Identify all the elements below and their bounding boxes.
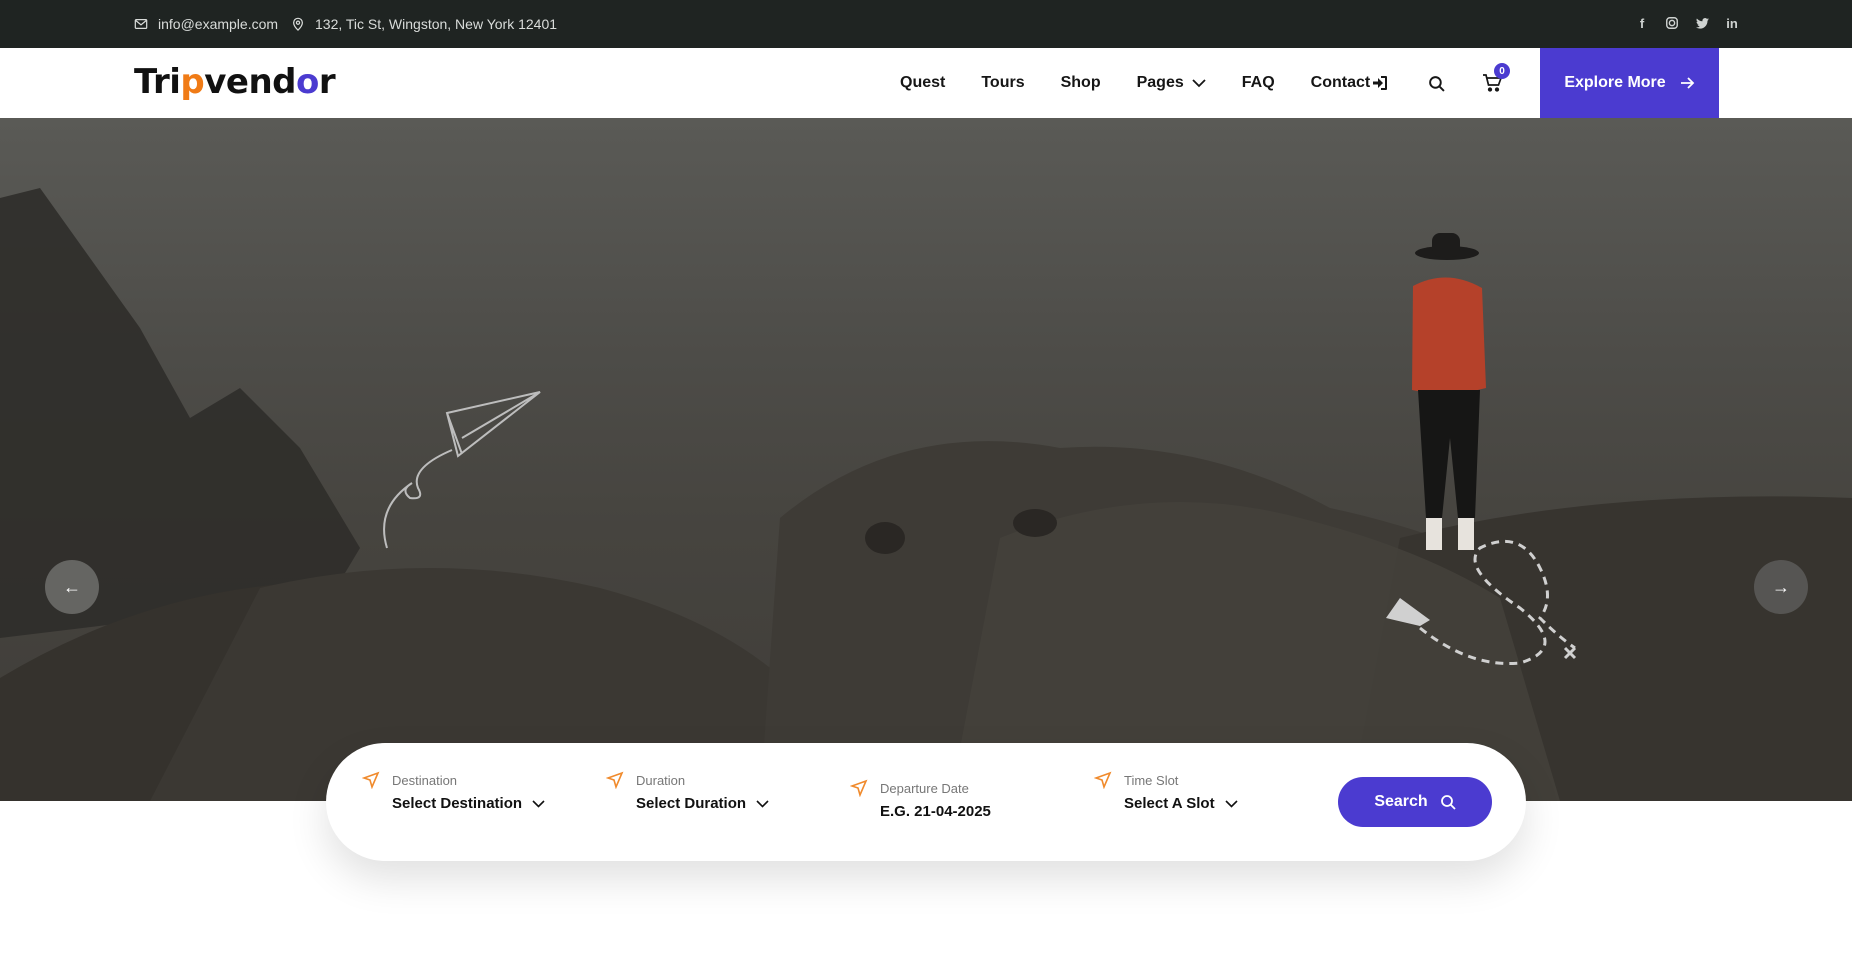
hero-slider: ← → — [0, 118, 1852, 801]
slider-prev-button[interactable]: ← — [45, 560, 99, 614]
main-header: Tripvendor Quest Tours Shop Pages FAQ Co… — [0, 48, 1852, 118]
chevron-down-icon — [532, 799, 545, 808]
cart-icon[interactable]: 0 — [1482, 63, 1510, 93]
email-item[interactable]: info@example.com — [134, 16, 278, 32]
linkedin-icon[interactable]: in — [1724, 15, 1740, 31]
arrow-right-icon — [1680, 77, 1694, 89]
nav-item-tours[interactable]: Tours — [981, 74, 1024, 92]
nav-item-quest[interactable]: Quest — [900, 74, 945, 92]
explore-more-button[interactable]: Explore More — [1540, 48, 1719, 118]
instagram-icon[interactable] — [1664, 15, 1680, 31]
destination-value: Select Destination — [392, 795, 523, 812]
paper-plane-doodle — [383, 391, 541, 549]
location-arrow-icon — [850, 779, 868, 797]
logo-text-1: Tri — [134, 62, 181, 102]
logo-text-4: o — [296, 62, 319, 102]
duration-select[interactable]: Select Duration — [636, 795, 769, 812]
search-icon — [1440, 795, 1456, 810]
nav-item-shop[interactable]: Shop — [1061, 74, 1101, 92]
tour-search-bar: Destination Select Destination Duration … — [326, 743, 1526, 861]
main-nav: Quest Tours Shop Pages FAQ Contact — [900, 48, 1406, 118]
nav-item-contact[interactable]: Contact — [1311, 74, 1371, 92]
duration-label: Duration — [636, 773, 686, 788]
time-slot-label: Time Slot — [1124, 773, 1179, 788]
duration-value: Select Duration — [636, 795, 747, 812]
location-pin-icon — [293, 17, 303, 31]
hiker-figure — [1412, 233, 1486, 550]
search-button-label: Search — [1374, 793, 1428, 810]
time-slot-select[interactable]: Select A Slot — [1124, 795, 1238, 812]
arrow-left-icon: ← — [63, 576, 81, 597]
facebook-icon[interactable]: f — [1634, 15, 1650, 31]
header-icons: 0 — [1370, 48, 1510, 118]
login-icon[interactable] — [1370, 73, 1390, 93]
location-arrow-icon — [1094, 771, 1112, 789]
logo-text-5: r — [318, 62, 336, 102]
chevron-down-icon — [1192, 78, 1206, 87]
destination-select[interactable]: Select Destination — [392, 795, 545, 812]
cart-count-badge: 0 — [1494, 63, 1510, 79]
address-item: 132, Tic St, Wingston, New York 12401 — [291, 16, 557, 32]
site-logo[interactable]: Tripvendor — [134, 62, 336, 102]
arrow-right-icon: → — [1772, 576, 1790, 597]
top-bar: info@example.com 132, Tic St, Wingston, … — [0, 0, 1852, 48]
explore-more-label: Explore More — [1564, 74, 1666, 91]
nav-item-pages[interactable]: Pages — [1137, 74, 1206, 92]
search-button[interactable]: Search — [1338, 777, 1492, 827]
location-arrow-icon — [606, 771, 624, 789]
location-arrow-icon — [362, 771, 380, 789]
nav-item-faq[interactable]: FAQ — [1242, 74, 1275, 92]
email-text: info@example.com — [158, 16, 279, 32]
address-text: 132, Tic St, Wingston, New York 12401 — [315, 16, 558, 32]
slider-next-button[interactable]: → — [1754, 560, 1808, 614]
time-slot-value: Select A Slot — [1124, 795, 1215, 812]
chevron-down-icon — [756, 799, 769, 808]
logo-text-3: vend — [204, 62, 296, 102]
search-icon[interactable] — [1426, 73, 1446, 93]
social-links: f in — [1634, 15, 1740, 31]
departure-date-label: Departure Date — [880, 781, 969, 796]
departure-date-input[interactable]: E.G. 21-04-2025 — [880, 803, 991, 820]
destination-label: Destination — [392, 773, 458, 788]
nav-item-pages-label: Pages — [1136, 74, 1184, 91]
chevron-down-icon — [1225, 799, 1238, 808]
hero-background-image — [0, 188, 1852, 801]
mail-icon — [134, 19, 148, 29]
twitter-icon[interactable] — [1694, 15, 1710, 31]
logo-text-2: p — [180, 62, 205, 102]
